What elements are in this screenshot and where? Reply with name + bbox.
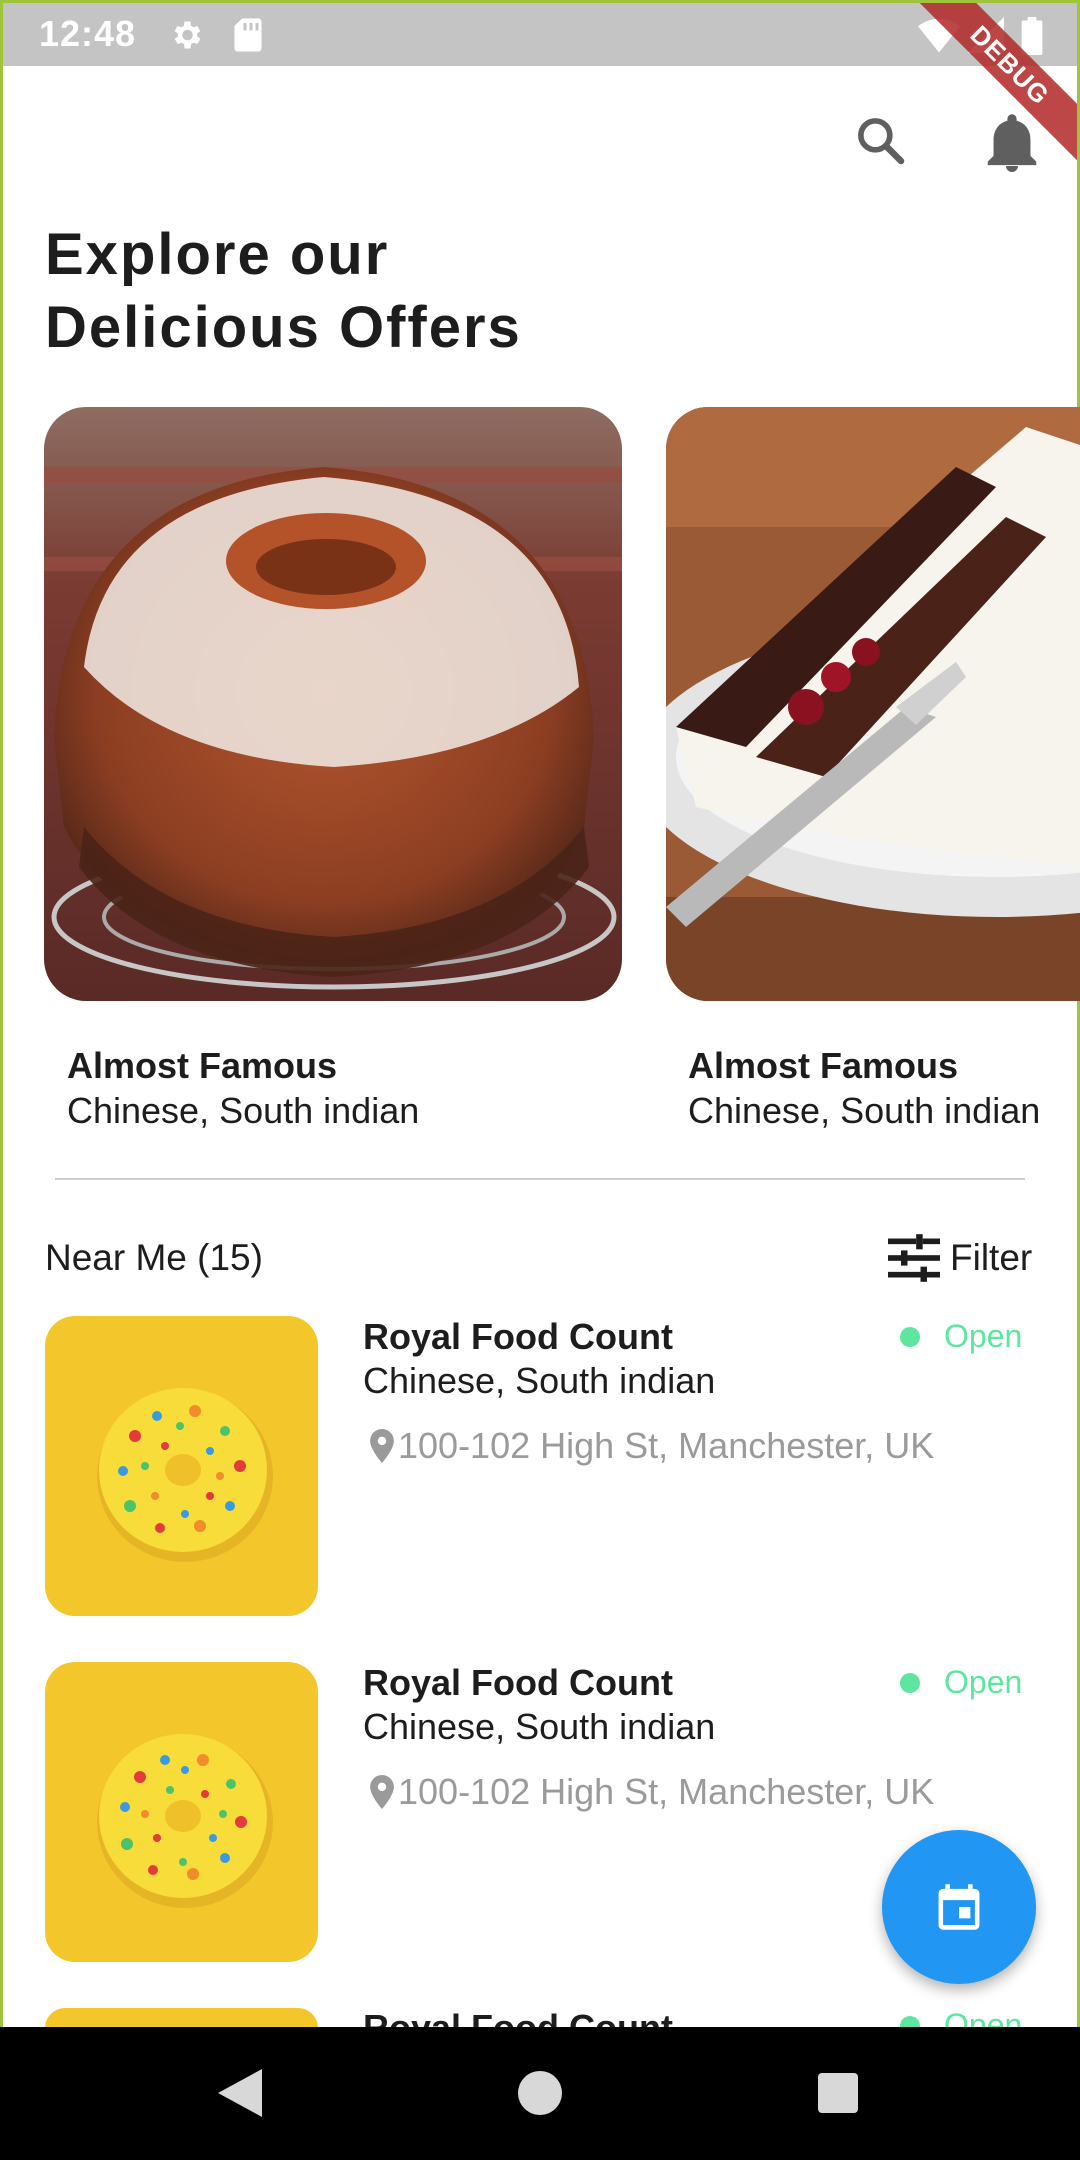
home-button[interactable] xyxy=(518,2069,562,2122)
tune-icon xyxy=(888,1234,940,1282)
restaurant-address: 100-102 High St, Manchester, UK xyxy=(370,1425,934,1467)
status-dot-icon xyxy=(900,1326,920,1347)
restaurant-cuisine: Chinese, South indian xyxy=(363,1360,716,1401)
restaurant-thumbnail[interactable] xyxy=(45,2008,318,2027)
restaurant-thumbnail[interactable] xyxy=(45,1316,318,1616)
open-status: Open xyxy=(900,2007,1022,2027)
offer-cuisine: Chinese, South indian xyxy=(688,1090,1041,1131)
offer-card-image[interactable] xyxy=(666,407,1080,1001)
restaurant-thumbnail[interactable] xyxy=(45,1662,318,1962)
location-pin-icon xyxy=(370,1429,394,1463)
page-title-line: Explore our xyxy=(45,222,390,287)
bell-icon xyxy=(987,114,1037,172)
settings-icon xyxy=(168,17,204,58)
status-text: Open xyxy=(944,1664,1023,1700)
address-text: 100-102 High St, Manchester, UK xyxy=(398,1771,935,1812)
near-me-label: Near Me (15) xyxy=(45,1237,263,1278)
status-text: Open xyxy=(944,1318,1023,1354)
offer-cuisine: Chinese, South indian xyxy=(67,1090,420,1131)
calendar-icon xyxy=(938,1884,980,1930)
status-bar: 12:48 xyxy=(3,3,1077,66)
filter-label: Filter xyxy=(950,1237,1033,1278)
restaurant-name[interactable]: Royal Food Count xyxy=(363,1662,673,1704)
recents-button[interactable] xyxy=(816,2069,860,2122)
restaurant-name[interactable]: Royal Food Count xyxy=(363,1316,673,1358)
notifications-button[interactable] xyxy=(984,112,1040,177)
section-divider xyxy=(55,1178,1025,1180)
open-status: Open xyxy=(900,1664,1022,1701)
donut-photo xyxy=(97,1734,273,1908)
home-icon xyxy=(518,2071,562,2115)
restaurant-name[interactable]: Royal Food Count xyxy=(363,2007,673,2027)
restaurant-address: 100-102 High St, Manchester, UK xyxy=(370,1771,934,1813)
open-status: Open xyxy=(900,1318,1022,1355)
search-icon xyxy=(858,118,905,165)
offer-card-image[interactable] xyxy=(44,407,622,1001)
back-icon xyxy=(218,2069,262,2117)
filter-button[interactable]: Filter xyxy=(888,1233,1032,1283)
calendar-fab-button[interactable] xyxy=(882,1830,1036,1984)
offer-name: Almost Famous xyxy=(688,1045,959,1086)
back-button[interactable] xyxy=(218,2069,262,2122)
offer-name: Almost Famous xyxy=(67,1045,338,1086)
donut-photo xyxy=(97,1388,273,1562)
location-pin-icon xyxy=(370,1775,394,1809)
recents-icon xyxy=(818,2073,858,2113)
sd-card-icon xyxy=(233,17,263,58)
black-forest-cake-photo xyxy=(666,407,1080,1001)
status-dot-icon xyxy=(900,2015,920,2027)
status-dot-icon xyxy=(900,1672,920,1693)
page-title-line: Delicious Offers xyxy=(45,295,522,360)
system-nav-bar xyxy=(0,2027,1080,2160)
list-item-clipped: Royal Food Count Open xyxy=(0,1995,1080,2027)
bundt-cake-photo xyxy=(44,407,622,1001)
page-title: Explore our Delicious Offers xyxy=(45,218,745,364)
status-text: Open xyxy=(944,2007,1023,2027)
restaurant-cuisine: Chinese, South indian xyxy=(363,1706,716,1747)
status-time: 12:48 xyxy=(39,13,137,54)
search-button[interactable] xyxy=(852,112,908,173)
address-text: 100-102 High St, Manchester, UK xyxy=(398,1425,935,1466)
